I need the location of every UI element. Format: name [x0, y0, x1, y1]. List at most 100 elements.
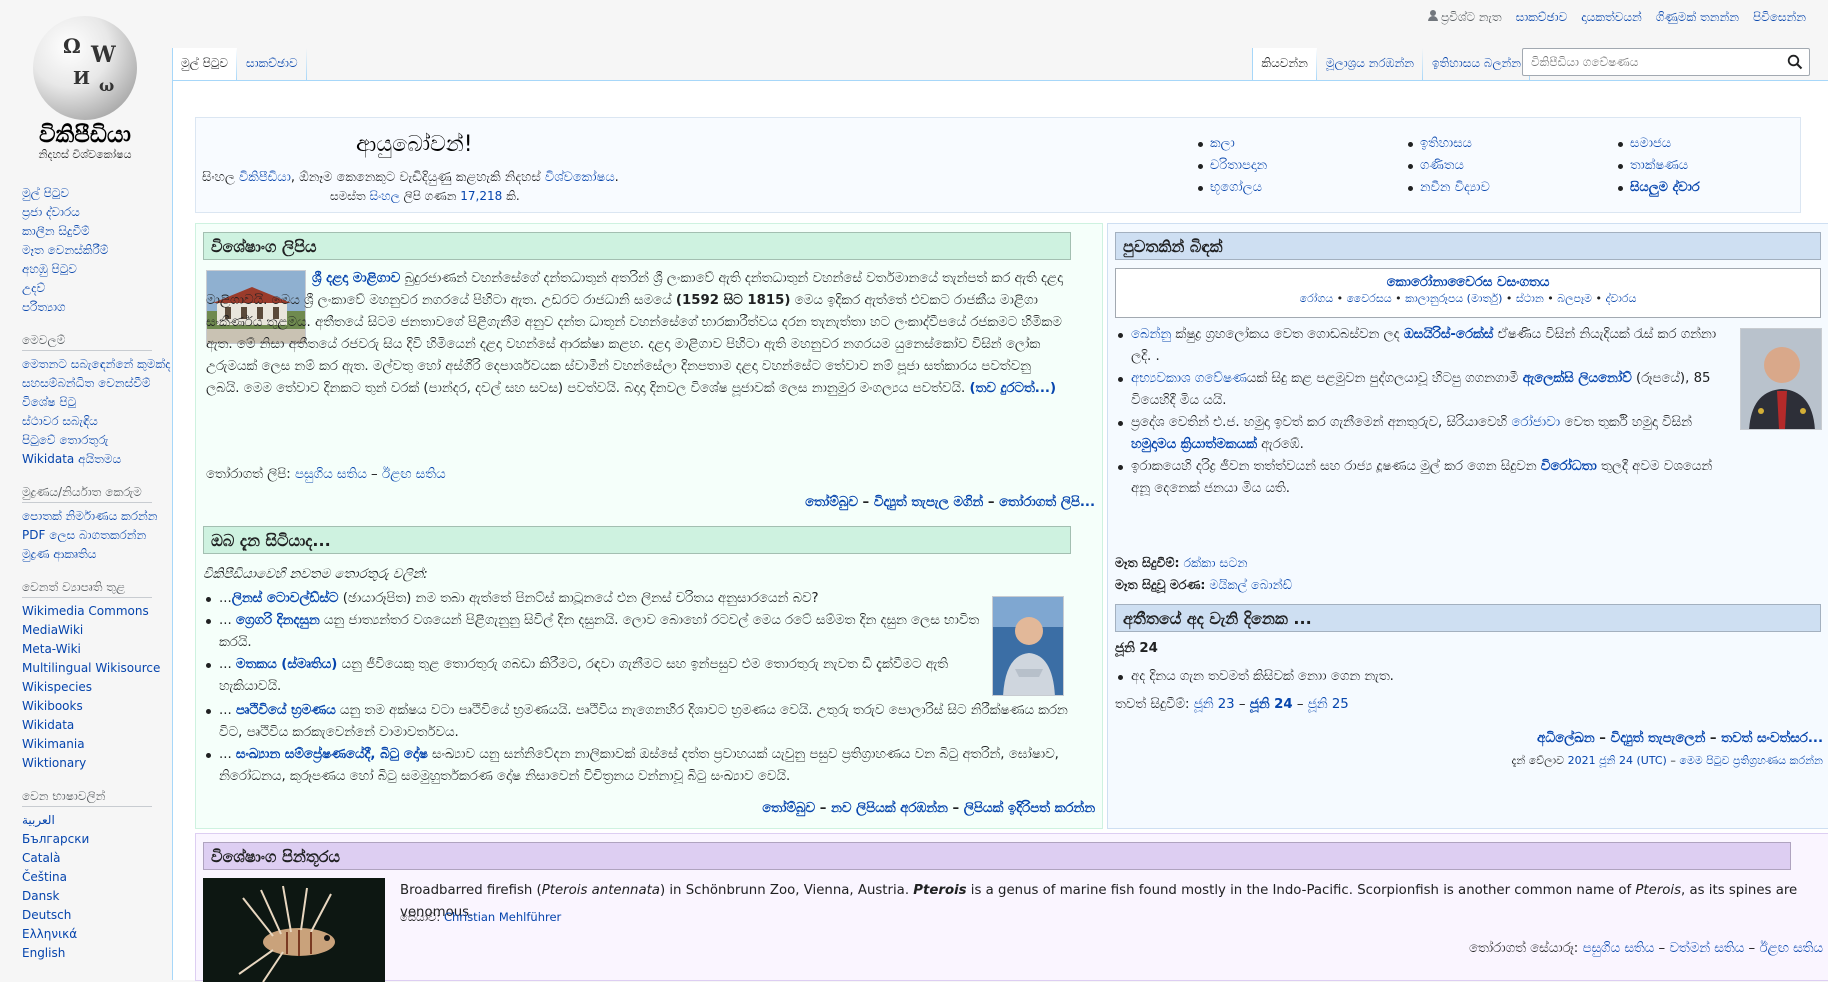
portal-society[interactable]: සමාජය [1616, 134, 1816, 153]
sidebar-item-wiktionary[interactable]: Wiktionary [22, 754, 172, 773]
tab-main-page[interactable]: මුල් පිටුව [172, 48, 237, 80]
sidebar-lang-catalan[interactable]: Català [22, 849, 172, 868]
sidebar-item-what-links-here[interactable]: මෙතනට සබැඳෙන්නේ කුමක්ද [22, 355, 172, 374]
portal-science[interactable]: නවීන විද්‍යාව [1406, 178, 1616, 197]
search-icon[interactable] [1787, 54, 1803, 70]
sidebar-item-related-changes[interactable]: සහසම්බන්ධිත වෙනස්වීම් [22, 374, 172, 393]
portal-geography[interactable]: භූගෝලය [1196, 178, 1406, 197]
sidebar-lang-german[interactable]: Deutsch [22, 906, 172, 925]
login-link[interactable]: පිවිසෙන්න [1753, 10, 1806, 25]
portal-technology[interactable]: තාක්ෂණය [1616, 156, 1816, 175]
search-input[interactable] [1523, 49, 1773, 75]
sidebar-item-create-book[interactable]: පොතක් නිර්මාණය කරන්න [22, 507, 172, 526]
covid-link-impact[interactable]: බලපෑම [1557, 292, 1592, 305]
news-bold-link[interactable]: විරෝධතා [1541, 459, 1597, 474]
sidebar-item-mediawiki[interactable]: MediaWiki [22, 621, 172, 640]
sidebar-lang-english[interactable]: English [22, 944, 172, 963]
tab-read[interactable]: කියවන්න [1252, 48, 1317, 80]
tab-talk[interactable]: සාකච්ඡාව [236, 48, 307, 80]
news-bold-link[interactable]: ඇලෙක්සි ලියනෝව් [1523, 371, 1632, 386]
portal-all[interactable]: සියලුම ද්වාර [1616, 178, 1816, 197]
sidebar-lang-danish[interactable]: Dansk [22, 887, 172, 906]
recent-event-link[interactable]: රක්කා සටන [1183, 555, 1247, 570]
covid-link-timeline[interactable]: කාලානුරූපය (මාර්තු) [1405, 292, 1502, 305]
sidebar-item-random[interactable]: අහඹු පිටුව [22, 260, 172, 279]
portal-arts[interactable]: කලා [1196, 134, 1406, 153]
sidebar-item-wikidata-item[interactable]: Wikidata අයිතමය [22, 450, 172, 469]
sidebar-item-permanent-link[interactable]: ස්ථාවර සබැඳිය [22, 412, 172, 431]
create-account-link[interactable]: ගිණුමක් තනන්න [1656, 10, 1739, 25]
sidebar-lang-bulgarian[interactable]: Български [22, 830, 172, 849]
sidebar-item-meta[interactable]: Meta-Wiki [22, 640, 172, 659]
covid-link-disease[interactable]: රෝගය [1300, 292, 1334, 305]
otd-prev-day-link[interactable]: ජූනි 23 [1194, 697, 1235, 712]
sidebar-item-download-pdf[interactable]: PDF ලෙස බාගතකරන්න [22, 526, 172, 545]
linus-image[interactable] [992, 596, 1064, 696]
recent-death-link[interactable]: මයිකල් බොන්ඩ් [1209, 577, 1292, 592]
tab-history[interactable]: ඉතිහාසය බලන්න [1423, 48, 1530, 80]
time-value[interactable]: 2021 ජූනි 24 (UTC) [1568, 754, 1667, 767]
email-link[interactable]: විද්‍යුත් තැපැල මගින් [874, 495, 983, 510]
photographer-link[interactable]: Christian Mehlführer [444, 910, 561, 924]
featured-article-link[interactable]: ශ්‍රී දළදා මාළිගාව [312, 271, 400, 286]
otd-email-link[interactable]: විද්‍යුත් තැපැලෙන් [1611, 731, 1706, 746]
sidebar-item-wikispecies[interactable]: Wikispecies [22, 678, 172, 697]
sidebar-item-donate[interactable]: පරිත්‍යාග [22, 298, 172, 317]
covid-link-locations[interactable]: ස්ථාන [1516, 292, 1544, 305]
next-week-link[interactable]: ඊළඟ සතිය [382, 467, 446, 482]
sinhala-link[interactable]: සිංහල [369, 189, 399, 203]
firefish-image[interactable] [203, 878, 385, 982]
news-bold-link[interactable]: ඔසයිරිස්-රෙක්ස් [1404, 327, 1494, 342]
dyk-item-link[interactable]: ලිනස් ටොවල්ඩ්ස්ට [232, 591, 339, 606]
more-featured-link[interactable]: තෝරාගත් ලිපි... [999, 495, 1095, 510]
news-link[interactable]: බෙන්නු [1131, 327, 1171, 342]
dyk-item-link[interactable]: මතකය (ස්මෘතිය) [236, 657, 337, 672]
dyk-archive-link[interactable]: තෝම්බුව [762, 801, 815, 816]
otd-next-day-link[interactable]: ජූනි 25 [1308, 697, 1349, 712]
news-bold-link[interactable]: හමුදාමය ක්‍රියාත්මකයක් [1131, 437, 1257, 452]
news-link[interactable]: රෝජාවා [1511, 415, 1560, 430]
sidebar-item-wikisource[interactable]: Multilingual Wikisource [22, 659, 172, 678]
potd-next-week-link[interactable]: ඊළඟ සතිය [1759, 941, 1823, 956]
potd-last-week-link[interactable]: පසුගිය සතිය [1582, 941, 1654, 956]
sidebar-item-wikibooks[interactable]: Wikibooks [22, 697, 172, 716]
otd-today-link[interactable]: ජූනි 24 [1250, 697, 1293, 712]
portal-history[interactable]: ඉතිහාසය [1406, 134, 1616, 153]
potd-this-week-link[interactable]: වත්මන් සතිය [1669, 941, 1744, 956]
portal-biography[interactable]: චරිතාපදාන [1196, 156, 1406, 175]
dyk-item-link[interactable]: සංඛ්‍යාන සම්ප්‍රේෂණයේදී, බිටු දෝෂ [236, 747, 428, 762]
dyk-item-link[interactable]: පෘථිවියේ භ්‍රමණය [236, 703, 336, 718]
last-week-link[interactable]: පසුගිය සතිය [295, 467, 367, 482]
sidebar-lang-greek[interactable]: Ελληνικά [22, 925, 172, 944]
covid-link-portal[interactable]: ද්වාරය [1605, 292, 1636, 305]
leonov-image[interactable] [1740, 328, 1822, 430]
article-count[interactable]: 17,218 [460, 189, 502, 203]
read-more-link[interactable]: (තව දුරටත්...) [969, 381, 1056, 396]
news-link[interactable]: අභ්‍යවකාශ ගවේෂණ [1131, 371, 1247, 386]
otd-archive-link[interactable]: අධිලේඛන [1537, 731, 1595, 746]
wikipedia-logo[interactable]: Ω W И ω විකිපීඩියා නිදහස් විශ්වකෝෂය [0, 0, 170, 161]
archive-link[interactable]: තෝම්බුව [805, 495, 858, 510]
sidebar-item-wikimania[interactable]: Wikimania [22, 735, 172, 754]
sidebar-item-commons[interactable]: Wikimedia Commons [22, 602, 172, 621]
wikipedia-link[interactable]: විකිපීඩියා [239, 170, 291, 185]
covid-link-virus[interactable]: වෛරසය [1347, 292, 1392, 305]
sidebar-item-page-info[interactable]: පිටුවේ තොරතුරු [22, 431, 172, 450]
sidebar-lang-czech[interactable]: Čeština [22, 868, 172, 887]
sidebar-item-community[interactable]: ප්‍රජා ද්වාරය [22, 203, 172, 222]
covid-banner-title[interactable]: කොරෝනාවෛරස වසංගතය [1116, 275, 1820, 290]
sidebar-lang-arabic[interactable]: العربية [22, 811, 172, 830]
dyk-item-link[interactable]: ග්‍රෙගරි දිනදසුන [236, 613, 320, 628]
sidebar-item-recent-changes[interactable]: මෑත වෙනස්කිරීම් [22, 241, 172, 260]
talk-link[interactable]: සාකච්ඡාව [1516, 10, 1568, 25]
otd-more-link[interactable]: තවත් සංවත්සර... [1721, 731, 1823, 746]
sidebar-item-wikidata[interactable]: Wikidata [22, 716, 172, 735]
sidebar-item-printable[interactable]: මුද්‍රණ ආකෘතිය [22, 545, 172, 564]
sidebar-item-help[interactable]: උදව් [22, 279, 172, 298]
start-article-link[interactable]: නව ලිපියක් අරඹන්න [831, 801, 948, 816]
sidebar-item-main-page[interactable]: මුල් පිටුව [22, 184, 172, 203]
portal-mathematics[interactable]: ගණිතය [1406, 156, 1616, 175]
sidebar-item-current-events[interactable]: කාලීන සිදුවීම් [22, 222, 172, 241]
sidebar-item-special-pages[interactable]: විශේෂ පිටු [22, 393, 172, 412]
submit-article-link[interactable]: ලිපියක් ඉදිරිපත් කරන්න [964, 801, 1095, 816]
